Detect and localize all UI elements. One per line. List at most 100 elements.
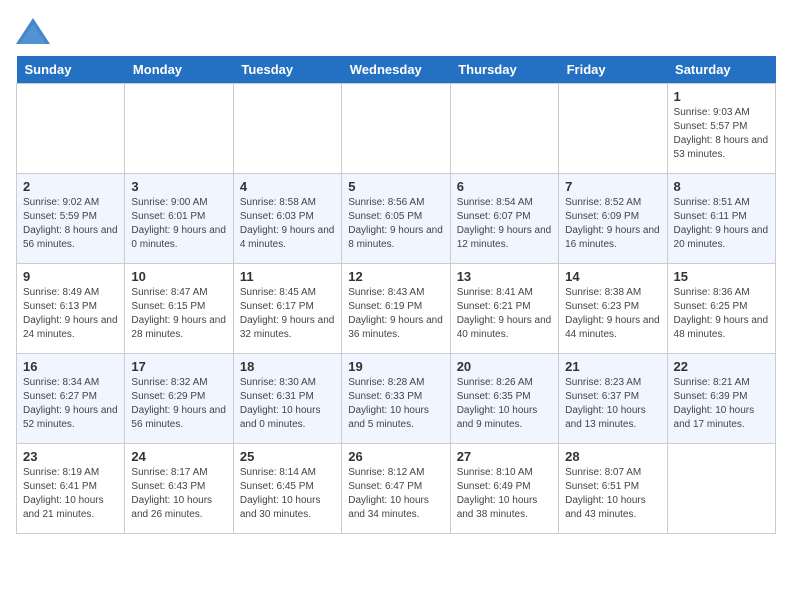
- day-number: 27: [457, 449, 552, 464]
- day-info: Sunrise: 9:00 AM Sunset: 6:01 PM Dayligh…: [131, 196, 226, 252]
- day-number: 21: [565, 359, 660, 374]
- week-row-3: 9 Sunrise: 8:49 AM Sunset: 6:13 PM Daylig…: [17, 264, 776, 354]
- day-info: Sunrise: 9:03 AM Sunset: 5:57 PM Dayligh…: [674, 106, 769, 162]
- day-cell: [342, 84, 450, 174]
- day-header-monday: Monday: [125, 56, 233, 84]
- day-number: 22: [674, 359, 769, 374]
- day-cell: 24Sunrise: 8:17 AM Sunset: 6:43 PM Dayli…: [125, 444, 233, 534]
- day-number: 10: [131, 269, 226, 284]
- day-number: 5: [348, 179, 443, 194]
- day-cell: 6 Sunrise: 8:54 AM Sunset: 6:07 PM Daylig…: [450, 174, 558, 264]
- day-header-sunday: Sunday: [17, 56, 125, 84]
- day-info: Sunrise: 8:26 AM Sunset: 6:35 PM Dayligh…: [457, 376, 552, 432]
- day-info: Sunrise: 8:30 AM Sunset: 6:31 PM Dayligh…: [240, 376, 335, 432]
- day-cell: 1 Sunrise: 9:03 AM Sunset: 5:57 PM Daylig…: [667, 84, 775, 174]
- header-row: SundayMondayTuesdayWednesdayThursdayFrid…: [17, 56, 776, 84]
- day-cell: 14 Sunrise: 8:38 AM Sunset: 6:23 PM Dayli…: [559, 264, 667, 354]
- day-number: 8: [674, 179, 769, 194]
- logo-icon: [16, 16, 46, 44]
- day-cell: [125, 84, 233, 174]
- day-number: 2: [23, 179, 118, 194]
- day-number: 3: [131, 179, 226, 194]
- day-number: 23: [23, 449, 118, 464]
- day-cell: 17Sunrise: 8:32 AM Sunset: 6:29 PM Dayli…: [125, 354, 233, 444]
- day-info: Sunrise: 8:54 AM Sunset: 6:07 PM Dayligh…: [457, 196, 552, 252]
- day-info: Sunrise: 8:43 AM Sunset: 6:19 PM Dayligh…: [348, 286, 443, 342]
- day-header-friday: Friday: [559, 56, 667, 84]
- day-info: Sunrise: 8:52 AM Sunset: 6:09 PM Dayligh…: [565, 196, 660, 252]
- day-number: 12: [348, 269, 443, 284]
- day-info: Sunrise: 8:41 AM Sunset: 6:21 PM Dayligh…: [457, 286, 552, 342]
- day-cell: 5 Sunrise: 8:56 AM Sunset: 6:05 PM Daylig…: [342, 174, 450, 264]
- day-info: Sunrise: 8:28 AM Sunset: 6:33 PM Dayligh…: [348, 376, 443, 432]
- day-cell: 25 Sunrise: 8:14 AM Sunset: 6:45 PM Dayli…: [233, 444, 341, 534]
- day-cell: 12 Sunrise: 8:43 AM Sunset: 6:19 PM Dayli…: [342, 264, 450, 354]
- day-info: Sunrise: 8:38 AM Sunset: 6:23 PM Dayligh…: [565, 286, 660, 342]
- day-number: 11: [240, 269, 335, 284]
- week-row-1: 1 Sunrise: 9:03 AM Sunset: 5:57 PM Daylig…: [17, 84, 776, 174]
- day-info: Sunrise: 8:17 AM Sunset: 6:43 PM Dayligh…: [131, 466, 226, 522]
- header: [16, 16, 776, 44]
- week-row-4: 16 Sunrise: 8:34 AM Sunset: 6:27 PM Dayli…: [17, 354, 776, 444]
- day-cell: [17, 84, 125, 174]
- day-cell: 23 Sunrise: 8:19 AM Sunset: 6:41 PM Dayli…: [17, 444, 125, 534]
- day-number: 26: [348, 449, 443, 464]
- day-cell: 15 Sunrise: 8:36 AM Sunset: 6:25 PM Dayli…: [667, 264, 775, 354]
- day-number: 17: [131, 359, 226, 374]
- day-info: Sunrise: 8:45 AM Sunset: 6:17 PM Dayligh…: [240, 286, 335, 342]
- day-cell: 18Sunrise: 8:30 AM Sunset: 6:31 PM Dayli…: [233, 354, 341, 444]
- day-cell: 3 Sunrise: 9:00 AM Sunset: 6:01 PM Daylig…: [125, 174, 233, 264]
- day-info: Sunrise: 8:07 AM Sunset: 6:51 PM Dayligh…: [565, 466, 660, 522]
- day-info: Sunrise: 8:58 AM Sunset: 6:03 PM Dayligh…: [240, 196, 335, 252]
- day-cell: [559, 84, 667, 174]
- day-info: Sunrise: 8:14 AM Sunset: 6:45 PM Dayligh…: [240, 466, 335, 522]
- day-cell: [667, 444, 775, 534]
- day-cell: 13 Sunrise: 8:41 AM Sunset: 6:21 PM Dayli…: [450, 264, 558, 354]
- day-number: 7: [565, 179, 660, 194]
- day-number: 13: [457, 269, 552, 284]
- day-header-tuesday: Tuesday: [233, 56, 341, 84]
- day-cell: 7 Sunrise: 8:52 AM Sunset: 6:09 PM Daylig…: [559, 174, 667, 264]
- day-cell: [450, 84, 558, 174]
- day-info: Sunrise: 8:36 AM Sunset: 6:25 PM Dayligh…: [674, 286, 769, 342]
- day-info: Sunrise: 8:21 AM Sunset: 6:39 PM Dayligh…: [674, 376, 769, 432]
- day-cell: 2 Sunrise: 9:02 AM Sunset: 5:59 PM Daylig…: [17, 174, 125, 264]
- day-cell: 27Sunrise: 8:10 AM Sunset: 6:49 PM Dayli…: [450, 444, 558, 534]
- day-number: 25: [240, 449, 335, 464]
- day-header-thursday: Thursday: [450, 56, 558, 84]
- day-cell: [233, 84, 341, 174]
- day-cell: 20Sunrise: 8:26 AM Sunset: 6:35 PM Dayli…: [450, 354, 558, 444]
- week-row-2: 2 Sunrise: 9:02 AM Sunset: 5:59 PM Daylig…: [17, 174, 776, 264]
- day-info: Sunrise: 8:34 AM Sunset: 6:27 PM Dayligh…: [23, 376, 118, 432]
- day-info: Sunrise: 8:56 AM Sunset: 6:05 PM Dayligh…: [348, 196, 443, 252]
- day-cell: 19 Sunrise: 8:28 AM Sunset: 6:33 PM Dayli…: [342, 354, 450, 444]
- day-cell: 22 Sunrise: 8:21 AM Sunset: 6:39 PM Dayli…: [667, 354, 775, 444]
- day-info: Sunrise: 8:12 AM Sunset: 6:47 PM Dayligh…: [348, 466, 443, 522]
- day-info: Sunrise: 9:02 AM Sunset: 5:59 PM Dayligh…: [23, 196, 118, 252]
- day-number: 19: [348, 359, 443, 374]
- calendar-table: SundayMondayTuesdayWednesdayThursdayFrid…: [16, 56, 776, 534]
- day-number: 16: [23, 359, 118, 374]
- day-info: Sunrise: 8:51 AM Sunset: 6:11 PM Dayligh…: [674, 196, 769, 252]
- logo: [16, 16, 48, 44]
- day-number: 4: [240, 179, 335, 194]
- day-info: Sunrise: 8:19 AM Sunset: 6:41 PM Dayligh…: [23, 466, 118, 522]
- day-header-saturday: Saturday: [667, 56, 775, 84]
- day-number: 6: [457, 179, 552, 194]
- day-cell: 9 Sunrise: 8:49 AM Sunset: 6:13 PM Daylig…: [17, 264, 125, 354]
- day-info: Sunrise: 8:23 AM Sunset: 6:37 PM Dayligh…: [565, 376, 660, 432]
- day-cell: 4 Sunrise: 8:58 AM Sunset: 6:03 PM Daylig…: [233, 174, 341, 264]
- day-number: 14: [565, 269, 660, 284]
- day-info: Sunrise: 8:49 AM Sunset: 6:13 PM Dayligh…: [23, 286, 118, 342]
- day-number: 15: [674, 269, 769, 284]
- day-cell: 26 Sunrise: 8:12 AM Sunset: 6:47 PM Dayli…: [342, 444, 450, 534]
- day-header-wednesday: Wednesday: [342, 56, 450, 84]
- day-number: 1: [674, 89, 769, 104]
- day-cell: 16 Sunrise: 8:34 AM Sunset: 6:27 PM Dayli…: [17, 354, 125, 444]
- day-cell: 10 Sunrise: 8:47 AM Sunset: 6:15 PM Dayli…: [125, 264, 233, 354]
- day-cell: 11 Sunrise: 8:45 AM Sunset: 6:17 PM Dayli…: [233, 264, 341, 354]
- week-row-5: 23 Sunrise: 8:19 AM Sunset: 6:41 PM Dayli…: [17, 444, 776, 534]
- day-cell: 21 Sunrise: 8:23 AM Sunset: 6:37 PM Dayli…: [559, 354, 667, 444]
- day-number: 9: [23, 269, 118, 284]
- day-info: Sunrise: 8:47 AM Sunset: 6:15 PM Dayligh…: [131, 286, 226, 342]
